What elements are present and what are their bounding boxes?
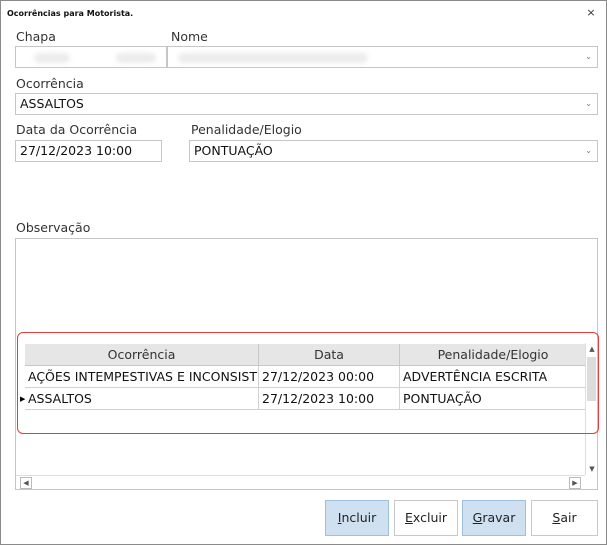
nome-label: Nome (171, 29, 208, 44)
horizontal-scrollbar[interactable]: ◀ ▶ (16, 475, 585, 489)
observacao-label: Observação (16, 220, 91, 235)
highlight-box (17, 332, 599, 434)
excluir-button[interactable]: Excluir (394, 500, 458, 536)
scroll-left-icon[interactable]: ◀ (20, 477, 32, 489)
redacted-chapa-2 (116, 53, 156, 63)
gravar-label: ravar (482, 510, 516, 525)
gravar-accel: G (472, 510, 483, 525)
chapa-field[interactable] (15, 46, 167, 68)
chevron-down-icon[interactable]: ⌄ (585, 94, 592, 114)
chevron-down-icon[interactable]: ⌄ (585, 47, 592, 67)
ocorrencia-label: Ocorrência (16, 76, 84, 91)
data-ocorrencia-label: Data da Ocorrência (16, 122, 138, 137)
chapa-label: Chapa (16, 29, 56, 44)
penalidade-label: Penalidade/Elogio (191, 122, 302, 137)
excluir-label: xcluir (412, 510, 447, 525)
sair-label: air (560, 510, 577, 525)
sair-button[interactable]: Sair (531, 500, 598, 536)
penalidade-select[interactable]: PONTUAÇÃO ⌄ (189, 140, 598, 162)
excluir-accel: E (405, 510, 413, 525)
gravar-button[interactable]: Gravar (462, 500, 526, 536)
data-ocorrencia-field[interactable]: 27/12/2023 10:00 (15, 140, 162, 162)
penalidade-value: PONTUAÇÃO (194, 143, 273, 158)
scroll-down-icon[interactable]: ▼ (586, 463, 598, 475)
redacted-nome (178, 53, 368, 63)
close-icon[interactable]: × (585, 6, 597, 19)
dialog-window: Ocorrências para Motorista. × Chapa Nome… (0, 0, 607, 545)
data-ocorrencia-value: 27/12/2023 10:00 (20, 143, 133, 158)
ocorrencia-value: ASSALTOS (20, 96, 84, 111)
chevron-down-icon[interactable]: ⌄ (585, 141, 592, 161)
incluir-label: ncluir (341, 510, 377, 525)
window-title: Ocorrências para Motorista. (7, 9, 134, 18)
redacted-chapa (34, 53, 70, 63)
scroll-right-icon[interactable]: ▶ (569, 477, 581, 489)
incluir-button[interactable]: Incluir (325, 500, 389, 536)
nome-field[interactable]: ⌄ (167, 46, 598, 68)
ocorrencia-select[interactable]: ASSALTOS ⌄ (15, 93, 598, 115)
